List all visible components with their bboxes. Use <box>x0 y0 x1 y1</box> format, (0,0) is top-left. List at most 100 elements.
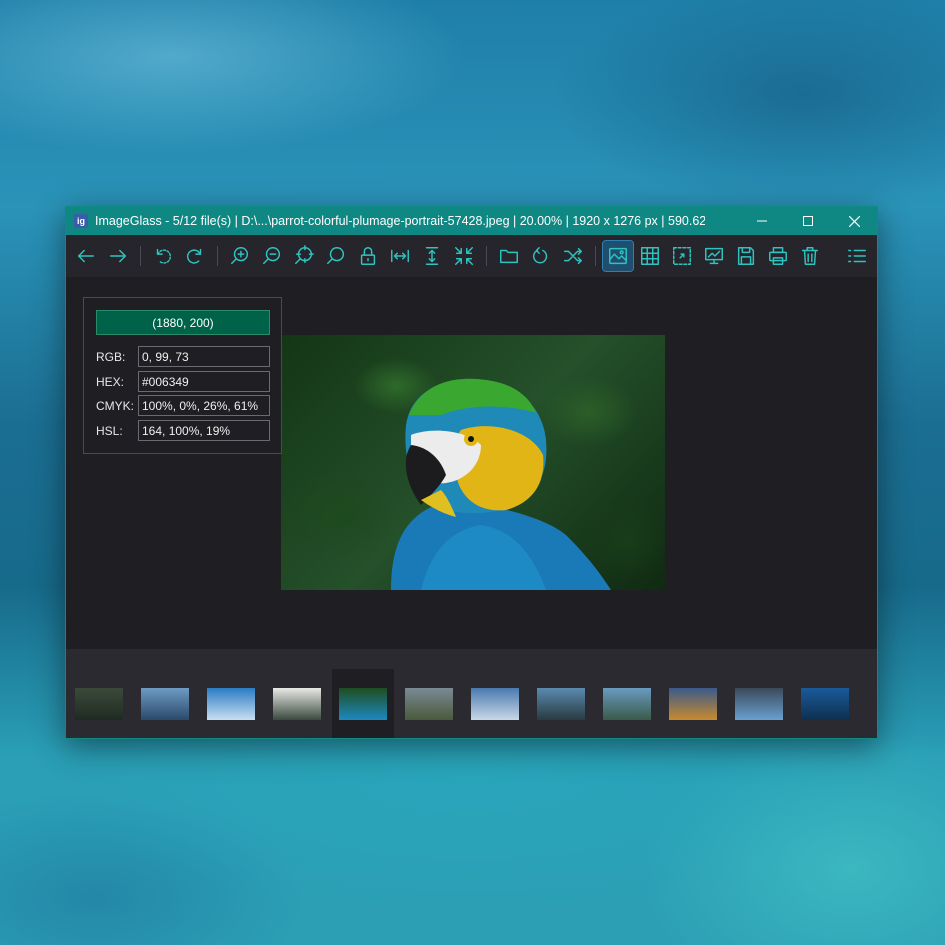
fit-window-button[interactable] <box>449 241 479 271</box>
menu-list-icon <box>848 249 866 263</box>
thumbnail-item[interactable] <box>332 669 394 738</box>
zoom-lock-button[interactable] <box>321 241 351 271</box>
thumbnail-item[interactable] <box>134 669 196 738</box>
checkerboard-icon <box>641 247 659 265</box>
crop-select-button[interactable] <box>667 241 697 271</box>
thumbnail-bar-button[interactable] <box>602 240 634 272</box>
thumbnail-item[interactable] <box>596 669 658 738</box>
print-icon <box>769 247 787 265</box>
thumbnail-image <box>207 687 255 720</box>
rgb-value-field[interactable]: 0, 99, 73 <box>138 346 270 367</box>
thumbnail-item[interactable] <box>464 669 526 738</box>
rotate-right-button[interactable] <box>180 241 210 271</box>
open-folder-button[interactable] <box>494 241 524 271</box>
cmyk-value-field[interactable]: 100%, 0%, 26%, 61% <box>138 395 270 416</box>
fit-height-icon <box>425 247 439 265</box>
thumbnail-bar-icon <box>609 247 627 265</box>
actual-size-icon <box>295 245 314 265</box>
thumbnail-item[interactable] <box>662 669 724 738</box>
rotate-left-icon <box>156 248 172 264</box>
rgb-row: RGB: 0, 99, 73 <box>96 345 272 368</box>
main-image[interactable] <box>281 335 665 590</box>
thumbnail-image <box>75 687 123 720</box>
slideshow-button[interactable] <box>699 241 729 271</box>
thumbnail-item[interactable] <box>398 669 460 738</box>
fit-width-icon <box>391 249 409 263</box>
hsl-row: HSL: 164, 100%, 19% <box>96 419 272 442</box>
zoom-in-button[interactable] <box>225 241 255 271</box>
hsl-label: HSL: <box>96 423 123 438</box>
thumbnail-item[interactable] <box>200 669 262 738</box>
save-icon <box>737 247 755 265</box>
thumbnail-image <box>141 687 189 720</box>
thumbnail-image <box>339 687 387 720</box>
main-menu-button[interactable] <box>842 241 872 271</box>
fit-window-icon <box>455 247 473 265</box>
back-arrow-icon <box>77 249 95 263</box>
thumbnail-image <box>471 687 519 720</box>
refresh-button[interactable] <box>526 241 556 271</box>
open-folder-icon <box>500 249 518 264</box>
shuffle-icon <box>564 247 582 265</box>
crop-select-icon <box>673 247 691 265</box>
cmyk-row: CMYK: 100%, 0%, 26%, 61% <box>96 394 272 417</box>
print-button[interactable] <box>763 241 793 271</box>
color-picker-panel: (1880, 200) RGB: 0, 99, 73 HEX: #006349 … <box>83 297 282 454</box>
imageglass-window: ig ImageGlass - 5/12 file(s) | D:\...\pa… <box>65 206 878 739</box>
thumbnail-image <box>669 687 717 720</box>
thumbnail-image <box>603 687 651 720</box>
rotate-right-icon <box>186 248 202 264</box>
window-title: ImageGlass - 5/12 file(s) | D:\...\parro… <box>95 214 705 228</box>
thumbnail-item[interactable] <box>68 669 130 738</box>
hex-label: HEX: <box>96 374 125 389</box>
maximize-button[interactable] <box>785 207 831 235</box>
thumbnail-image <box>273 687 321 720</box>
fit-height-button[interactable] <box>417 241 447 271</box>
shuffle-button[interactable] <box>558 241 588 271</box>
rgb-label: RGB: <box>96 349 126 364</box>
rotate-left-button[interactable] <box>148 241 178 271</box>
thumbnail-item[interactable] <box>728 669 790 738</box>
cmyk-label: CMYK: <box>96 398 135 413</box>
thumbnail-item[interactable] <box>794 669 856 738</box>
hsl-value-field[interactable]: 164, 100%, 19% <box>138 420 270 441</box>
checkerboard-button[interactable] <box>635 241 665 271</box>
delete-button[interactable] <box>795 241 825 271</box>
minimize-button[interactable] <box>739 207 785 235</box>
thumbnail-item[interactable] <box>266 669 328 738</box>
thumbnail-image <box>801 687 849 720</box>
back-button[interactable] <box>71 241 101 271</box>
zoom-in-icon <box>231 247 249 265</box>
fit-width-button[interactable] <box>385 241 415 271</box>
delete-icon <box>801 247 819 265</box>
imageglass-logo-icon: ig <box>74 214 88 228</box>
toolbar-separator <box>217 246 218 266</box>
pixel-coordinates: (1880, 200) <box>96 310 270 335</box>
thumbnail-image <box>735 687 783 720</box>
zoom-out-icon <box>263 247 281 265</box>
lock-icon <box>360 247 376 265</box>
thumbnail-bar <box>66 649 877 738</box>
save-button[interactable] <box>731 241 761 271</box>
lock-button[interactable] <box>353 241 383 271</box>
forward-arrow-icon <box>109 249 127 263</box>
title-bar[interactable]: ig ImageGlass - 5/12 file(s) | D:\...\pa… <box>66 207 877 235</box>
refresh-icon <box>532 247 548 264</box>
zoom-out-button[interactable] <box>257 241 287 271</box>
close-button[interactable] <box>831 207 877 235</box>
slideshow-icon <box>705 247 723 265</box>
thumbnail-image <box>537 687 585 720</box>
toolbar-separator <box>595 246 596 266</box>
actual-size-button[interactable] <box>289 241 319 271</box>
image-viewer[interactable]: (1880, 200) RGB: 0, 99, 73 HEX: #006349 … <box>66 277 877 649</box>
toolbar-separator <box>140 246 141 266</box>
forward-button[interactable] <box>103 241 133 271</box>
thumbnail-image <box>405 687 453 720</box>
parrot-photo <box>391 378 611 590</box>
hex-value-field[interactable]: #006349 <box>138 371 270 392</box>
zoom-lock-icon <box>327 247 345 265</box>
toolbar-separator <box>486 246 487 266</box>
toolbar <box>66 235 877 277</box>
thumbnail-item[interactable] <box>530 669 592 738</box>
hex-row: HEX: #006349 <box>96 370 272 393</box>
